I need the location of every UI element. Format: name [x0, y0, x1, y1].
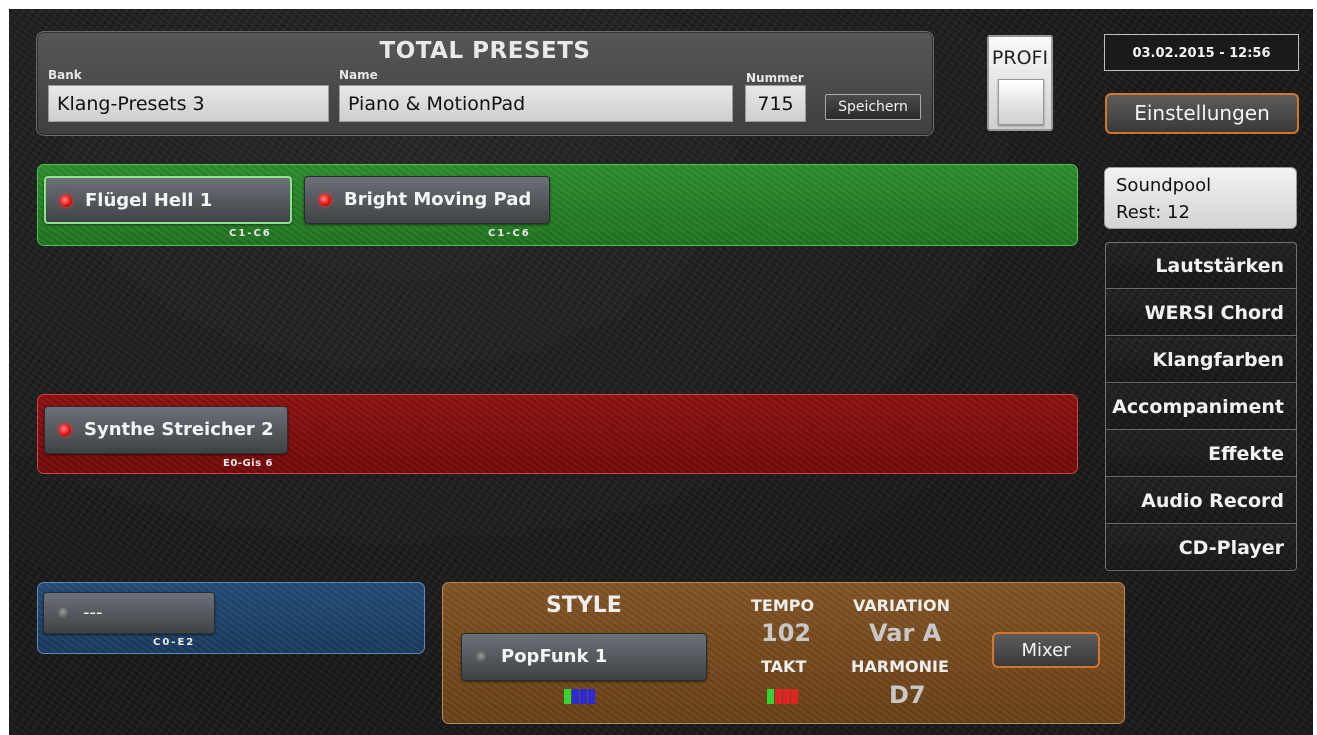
menu-lautstaerken[interactable]: Lautstärken: [1106, 243, 1296, 289]
menu-wersi-chord[interactable]: WERSI Chord: [1106, 290, 1296, 336]
harmonie-label: HARMONIE: [851, 657, 949, 676]
style-title: STYLE: [546, 593, 622, 618]
led-on-icon: [59, 424, 71, 436]
style-beat-segment: [564, 689, 571, 704]
menu-audio-record[interactable]: Audio Record: [1106, 478, 1296, 524]
style-name: PopFunk 1: [501, 646, 608, 667]
main-screen: TOTAL PRESETS Bank Klang-Presets 3 Name …: [9, 9, 1313, 735]
side-menu: Lautstärken WERSI Chord Klangfarben Acco…: [1105, 242, 1297, 571]
voice-label: Synthe Streicher 2: [84, 419, 274, 440]
takt-beat-segment: [791, 689, 798, 704]
variation-label: VARIATION: [853, 596, 950, 615]
voice-label: ---: [83, 602, 103, 623]
mixer-button[interactable]: Mixer: [992, 632, 1100, 668]
profi-switch-knob: [998, 79, 1044, 125]
bank-label: Bank: [48, 68, 82, 82]
bass-section: --- C0-E2: [37, 582, 425, 654]
voice-button-bass[interactable]: ---: [43, 592, 215, 634]
panel-title: TOTAL PRESETS: [379, 38, 591, 64]
led-on-icon: [319, 194, 331, 206]
upper-manual-section: Flügel Hell 1 C1-C6 Bright Moving Pad C1…: [37, 164, 1078, 246]
total-presets-panel: TOTAL PRESETS Bank Klang-Presets 3 Name …: [36, 31, 934, 136]
soundpool-rest: Rest: 12: [1116, 202, 1190, 223]
takt-beat-meter: [767, 689, 798, 704]
lower-manual-section: Synthe Streicher 2 E0-Gis 6: [37, 394, 1078, 474]
datetime-display: 03.02.2015 - 12:56: [1104, 34, 1299, 71]
save-button[interactable]: Speichern: [825, 94, 921, 120]
voice-button-lower-1[interactable]: Synthe Streicher 2: [44, 406, 288, 454]
tempo-label: TEMPO: [751, 596, 815, 615]
led-on-icon: [60, 195, 72, 207]
led-off-icon: [476, 651, 488, 663]
variation-value: Var A: [869, 619, 942, 647]
number-label: Nummer: [746, 71, 804, 85]
profi-label: PROFI: [991, 47, 1049, 69]
style-beat-segment: [588, 689, 595, 704]
number-field[interactable]: 715: [745, 85, 806, 122]
bank-field[interactable]: Klang-Presets 3: [48, 85, 329, 122]
voice-button-upper-1[interactable]: Flügel Hell 1: [44, 176, 292, 224]
style-beat-meter: [564, 689, 595, 704]
menu-klangfarben[interactable]: Klangfarben: [1106, 337, 1296, 383]
voice-label: Bright Moving Pad: [344, 189, 532, 210]
name-field[interactable]: Piano & MotionPad: [339, 85, 733, 122]
voice-range: E0-Gis 6: [223, 458, 273, 469]
voice-range: C1-C6: [229, 228, 272, 239]
takt-beat-segment: [767, 689, 774, 704]
menu-effekte[interactable]: Effekte: [1106, 431, 1296, 477]
led-off-icon: [58, 607, 70, 619]
takt-beat-segment: [783, 689, 790, 704]
style-beat-segment: [580, 689, 587, 704]
style-button[interactable]: PopFunk 1: [461, 633, 707, 681]
menu-accompaniment[interactable]: Accompaniment: [1106, 384, 1296, 430]
settings-button[interactable]: Einstellungen: [1105, 93, 1299, 134]
voice-button-upper-2[interactable]: Bright Moving Pad: [304, 176, 550, 224]
harmonie-value: D7: [889, 681, 926, 709]
voice-range: C0-E2: [153, 637, 196, 648]
soundpool-button[interactable]: Soundpool Rest: 12: [1104, 167, 1297, 229]
soundpool-label: Soundpool: [1116, 175, 1212, 196]
voice-range: C1-C6: [488, 228, 531, 239]
style-beat-segment: [572, 689, 579, 704]
takt-label: TAKT: [761, 657, 807, 676]
voice-label: Flügel Hell 1: [85, 190, 213, 211]
takt-beat-segment: [775, 689, 782, 704]
menu-cd-player[interactable]: CD-Player: [1106, 525, 1296, 571]
name-label: Name: [339, 68, 378, 82]
tempo-value: 102: [761, 619, 812, 647]
profi-toggle[interactable]: PROFI: [987, 35, 1053, 131]
